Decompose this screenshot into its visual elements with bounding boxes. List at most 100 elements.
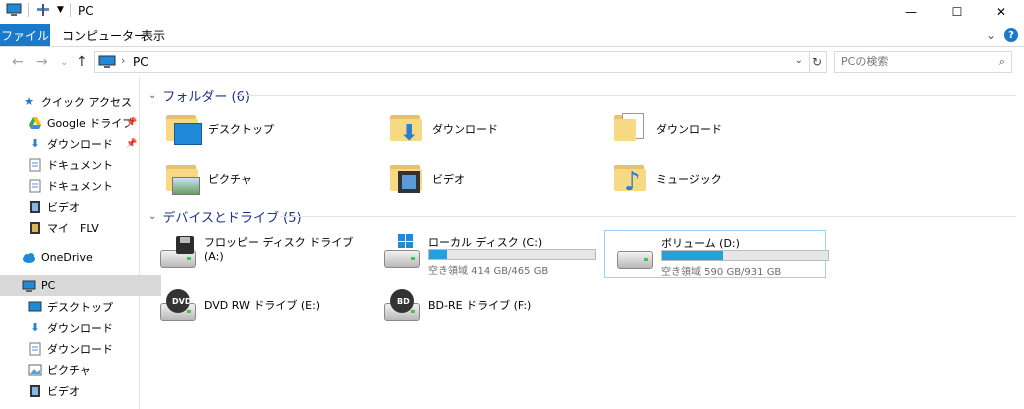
breadcrumb-pc[interactable]: PC bbox=[133, 55, 149, 69]
bd-drive-icon: BD bbox=[382, 287, 422, 327]
folder-label: ビデオ bbox=[432, 173, 465, 186]
folder-label: ダウンロード bbox=[656, 123, 722, 136]
customize-toolbar-icon[interactable]: ▼ bbox=[57, 5, 64, 15]
folder-music[interactable]: ♪ ミュージック bbox=[610, 157, 722, 201]
properties-icon[interactable] bbox=[35, 3, 51, 17]
disc-label: BD bbox=[397, 297, 410, 306]
drive-bd-f[interactable]: BD BD-RE ドライブ (F:) bbox=[372, 283, 592, 329]
maximize-button[interactable]: ☐ bbox=[934, 0, 980, 24]
maximize-icon: ☐ bbox=[951, 5, 963, 19]
expand-ribbon-icon[interactable]: ⌄ bbox=[986, 28, 996, 42]
document-icon bbox=[29, 179, 41, 192]
star-icon: ★ bbox=[24, 95, 34, 108]
search-input[interactable] bbox=[835, 52, 987, 70]
help-icon[interactable]: ? bbox=[1004, 28, 1018, 42]
drive-label: DVD RW ドライブ (E:) bbox=[204, 299, 321, 312]
minimize-icon: — bbox=[905, 5, 917, 19]
disc-label: DVD bbox=[172, 297, 192, 306]
dvd-drive-icon: DVD bbox=[158, 287, 198, 327]
sidebar-item-label: ドキュメント bbox=[47, 179, 113, 193]
folder-downloads[interactable]: ⬇ ダウンロード bbox=[386, 107, 498, 151]
drive-usage-fill bbox=[429, 250, 448, 259]
sidebar-item-quick-access[interactable]: ★ クイック アクセス bbox=[0, 91, 161, 112]
drive-floppy-a[interactable]: フロッピー ディスク ドライブ (A:) bbox=[148, 230, 368, 276]
pin-icon[interactable]: 📌 bbox=[126, 139, 137, 149]
folder-label: ミュージック bbox=[656, 173, 722, 186]
computer-icon[interactable] bbox=[6, 3, 22, 17]
download-folder-icon: ⬇ bbox=[386, 109, 426, 149]
address-dropdown-icon[interactable]: ⌄ bbox=[795, 55, 803, 66]
desktop-folder-icon bbox=[162, 109, 202, 149]
sidebar-item-label: クイック アクセス bbox=[41, 95, 132, 109]
group-divider bbox=[280, 216, 1016, 217]
collapse-chevron-icon[interactable]: ⌄ bbox=[148, 211, 156, 222]
drive-dvd-e[interactable]: DVD DVD RW ドライブ (E:) bbox=[148, 283, 368, 329]
minimize-button[interactable]: — bbox=[888, 0, 934, 24]
drive-usage-bar bbox=[428, 249, 596, 260]
group-header-drives[interactable]: ⌄ デバイスとドライブ (5) bbox=[148, 207, 302, 226]
sidebar-item-label: OneDrive bbox=[41, 251, 93, 264]
hard-drive-icon bbox=[615, 235, 655, 275]
folder-videos[interactable]: ビデオ bbox=[386, 157, 465, 201]
picture-folder-icon bbox=[162, 159, 202, 199]
drive-free-space: 空き領域 590 GB/931 GB bbox=[661, 267, 782, 278]
drive-label: ボリューム (D:) bbox=[661, 237, 740, 250]
address-bar[interactable]: › PC ⌄ bbox=[94, 51, 810, 73]
search-icon[interactable]: ⌕ bbox=[999, 55, 1005, 69]
folder-pictures[interactable]: ピクチャ bbox=[162, 157, 252, 201]
drive-label: フロッピー ディスク ドライブ (A:) bbox=[204, 236, 354, 263]
computer-icon bbox=[98, 55, 116, 68]
sidebar-item-label: ピクチャ bbox=[47, 363, 91, 377]
video-icon bbox=[30, 200, 40, 213]
download-icon: ⬇ bbox=[30, 321, 40, 334]
quick-access-toolbar: ▼ bbox=[6, 3, 71, 17]
breadcrumb-chevron-icon[interactable]: › bbox=[121, 54, 125, 67]
sidebar-item-label: ビデオ bbox=[47, 384, 80, 398]
desktop-icon bbox=[28, 301, 42, 311]
document-folder-icon bbox=[610, 109, 650, 149]
sidebar-item-label: ダウンロード bbox=[47, 137, 113, 151]
group-header-folders[interactable]: ⌄ フォルダー (6) bbox=[148, 86, 250, 105]
sidebar-item-label: ダウンロード bbox=[47, 321, 113, 335]
folder-label: デスクトップ bbox=[208, 123, 274, 136]
tab-computer[interactable]: コンピューター bbox=[62, 24, 146, 46]
pin-icon[interactable]: 📌 bbox=[126, 118, 137, 128]
refresh-button[interactable]: ↻ bbox=[808, 51, 827, 73]
sidebar-item-label: Google ドライブ bbox=[47, 116, 134, 130]
drive-label: ローカル ディスク (C:) bbox=[428, 236, 543, 249]
toolbar-separator bbox=[69, 3, 71, 17]
folder-label: ダウンロード bbox=[432, 123, 498, 136]
ribbon-tabs: ファイル コンピューター 表示 ⌄ ? bbox=[0, 24, 1024, 47]
toolbar-separator bbox=[28, 3, 29, 17]
sidebar-item-onedrive[interactable]: OneDrive bbox=[0, 247, 161, 268]
drive-volume-d[interactable]: ボリューム (D:) 空き領域 590 GB/931 GB bbox=[604, 230, 829, 278]
folder-desktop[interactable]: デスクトップ bbox=[162, 107, 274, 151]
download-icon: ⬇ bbox=[30, 137, 40, 150]
sidebar-item-label: ビデオ bbox=[47, 200, 80, 214]
google-drive-icon bbox=[29, 116, 41, 129]
window-title: PC bbox=[78, 4, 94, 18]
floppy-drive-icon bbox=[158, 234, 198, 274]
sidebar-item-label: デスクトップ bbox=[47, 300, 113, 314]
ribbon-controls: ⌄ ? bbox=[986, 28, 1018, 42]
close-icon: ✕ bbox=[995, 5, 1007, 19]
search-box[interactable]: ⌕ bbox=[834, 51, 1012, 73]
document-icon bbox=[29, 342, 41, 355]
group-divider bbox=[236, 95, 1016, 96]
cloud-icon bbox=[23, 252, 35, 263]
drive-free-space: 空き領域 414 GB/465 GB bbox=[428, 266, 549, 277]
recent-locations-icon[interactable]: ⌄ bbox=[60, 57, 68, 68]
tab-view[interactable]: 表示 bbox=[141, 24, 165, 46]
tab-file[interactable]: ファイル bbox=[0, 24, 50, 46]
collapse-chevron-icon[interactable]: ⌄ bbox=[148, 90, 156, 101]
document-icon bbox=[29, 158, 41, 171]
drive-local-c[interactable]: ローカル ディスク (C:) 空き領域 414 GB/465 GB bbox=[372, 230, 596, 277]
sidebar-item-label: PC bbox=[41, 279, 56, 292]
forward-icon[interactable]: → bbox=[36, 54, 48, 70]
drive-usage-bar bbox=[661, 250, 829, 261]
folder-downloads-docs[interactable]: ダウンロード bbox=[610, 107, 722, 151]
up-icon[interactable]: ↑ bbox=[76, 54, 88, 70]
close-button[interactable]: ✕ bbox=[978, 0, 1024, 24]
back-icon[interactable]: ← bbox=[12, 54, 24, 70]
sidebar-item-pc[interactable]: PC bbox=[0, 275, 161, 296]
